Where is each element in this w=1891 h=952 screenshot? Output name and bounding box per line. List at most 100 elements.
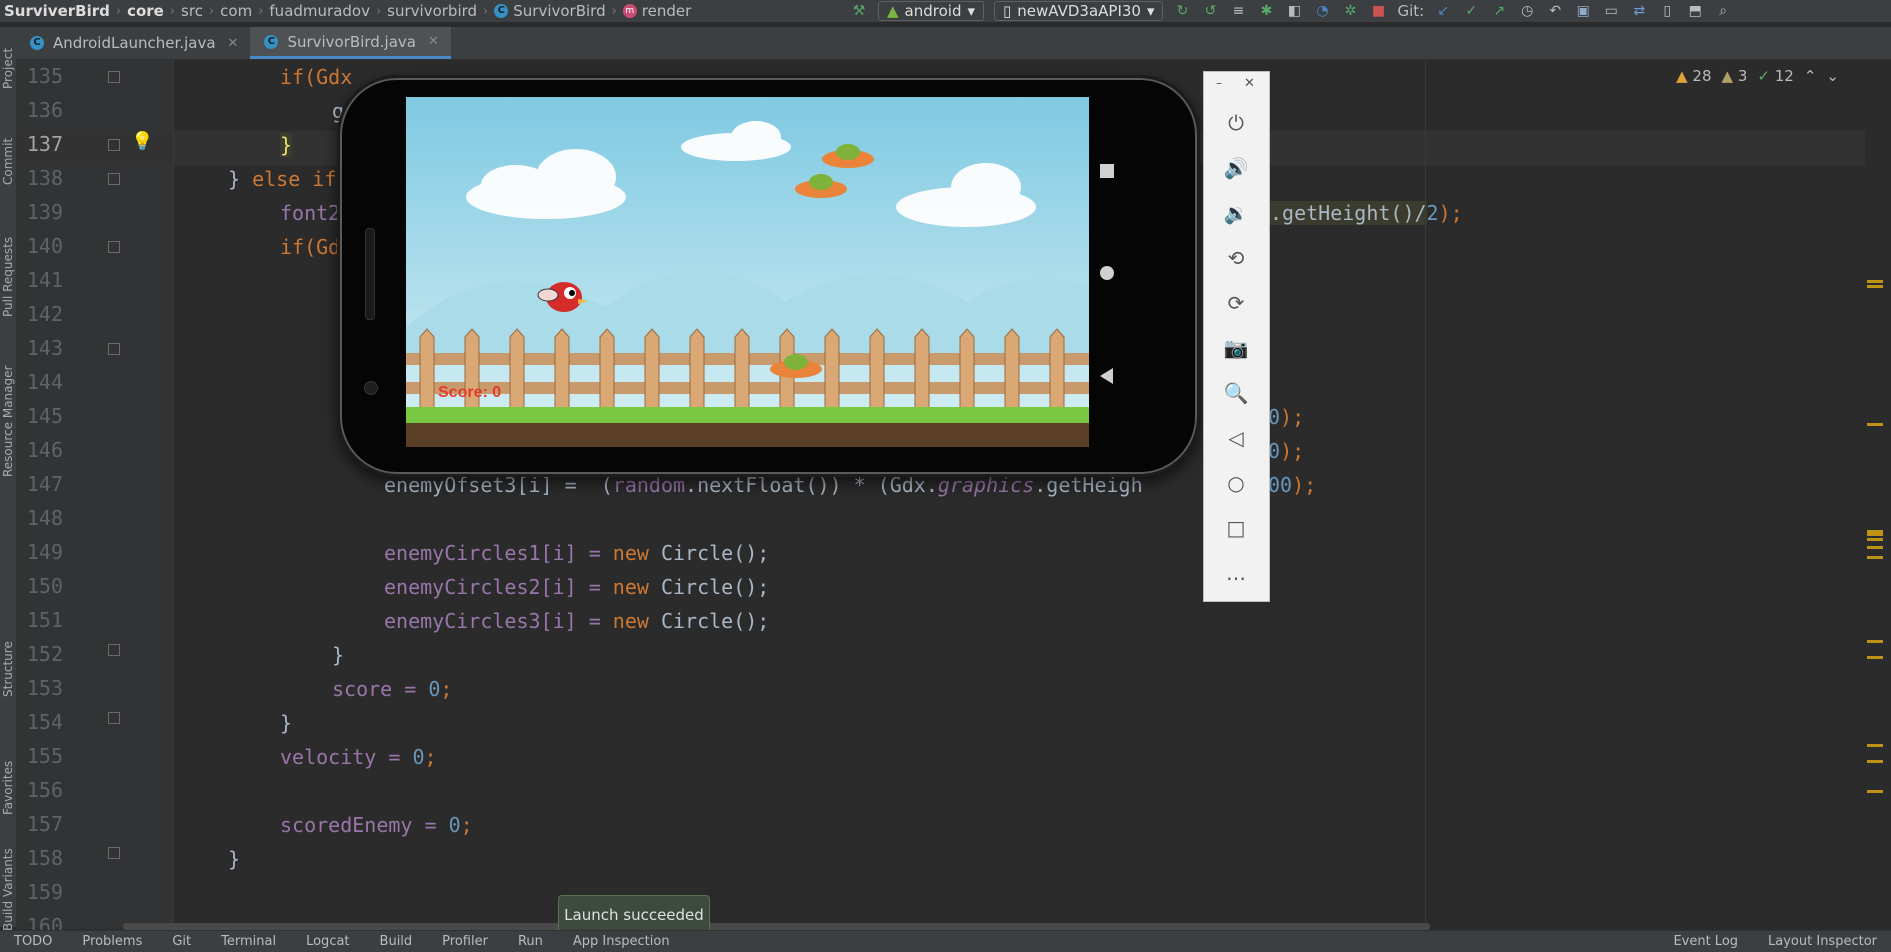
hammer-icon[interactable]: ⚒: [850, 2, 868, 20]
build-variants-tool-button[interactable]: Build Variants: [0, 817, 16, 931]
stripe-marker[interactable]: [1867, 656, 1883, 659]
device-manager-icon[interactable]: ▯: [1658, 2, 1676, 20]
folder-icon[interactable]: ▣: [1574, 2, 1592, 20]
stripe-marker[interactable]: [1867, 640, 1883, 643]
breadcrumb-item[interactable]: src: [181, 2, 203, 20]
breadcrumb-class[interactable]: SurvivorBird: [513, 2, 605, 20]
inspections-widget[interactable]: ▲ 28 ▲ 3 ✓ 12 ⌃ ⌄: [1676, 67, 1839, 85]
back-nav-icon[interactable]: [1100, 368, 1113, 384]
chevron-up-icon[interactable]: ⌃: [1804, 67, 1817, 85]
profiler-tool-button[interactable]: Profiler: [442, 934, 488, 949]
breadcrumb-item[interactable]: com: [220, 2, 252, 20]
warning-count: 28: [1692, 67, 1712, 85]
attach-debugger-icon[interactable]: ✲: [1341, 2, 1359, 20]
horizontal-scrollbar[interactable]: [123, 923, 1430, 930]
app-inspection-tool-button[interactable]: App Inspection: [573, 934, 670, 949]
fold-marker[interactable]: [108, 712, 120, 724]
event-log-tool-button[interactable]: Event Log: [1673, 934, 1738, 949]
debug-icon[interactable]: ✱: [1257, 2, 1275, 20]
tab-android-launcher[interactable]: C AndroidLauncher.java ✕: [16, 27, 250, 59]
more-icon[interactable]: …: [1220, 557, 1252, 589]
git-tool-button[interactable]: Git: [172, 934, 191, 949]
fold-marker[interactable]: [108, 241, 120, 253]
stripe-marker[interactable]: [1867, 280, 1883, 283]
close-icon[interactable]: ✕: [428, 34, 439, 49]
todo-tool-button[interactable]: TODO: [14, 934, 52, 949]
breadcrumb-item[interactable]: survivorbird: [387, 2, 477, 20]
home-nav-icon[interactable]: [1100, 266, 1114, 280]
game-screen[interactable]: Score: 0: [406, 97, 1089, 447]
git-commit-icon[interactable]: ✓: [1462, 2, 1480, 20]
fold-marker[interactable]: [108, 644, 120, 656]
minimize-icon[interactable]: –: [1216, 76, 1222, 90]
resource-manager-tool-button[interactable]: Resource Manager: [0, 345, 16, 477]
fold-marker[interactable]: [108, 847, 120, 859]
volume-down-icon[interactable]: 🔉: [1220, 197, 1252, 229]
camera-icon[interactable]: 📷: [1220, 332, 1252, 364]
close-icon[interactable]: ✕: [228, 36, 239, 51]
home-icon[interactable]: ○: [1220, 467, 1252, 499]
stripe-marker[interactable]: [1867, 423, 1883, 426]
stripe-marker[interactable]: [1867, 760, 1883, 763]
rotate-left-icon[interactable]: ⟲: [1220, 242, 1252, 274]
code-token: Circle();: [660, 609, 770, 633]
lightbulb-icon[interactable]: 💡: [131, 131, 153, 152]
stripe-marker[interactable]: [1867, 744, 1883, 747]
run-tool-button[interactable]: Run: [518, 934, 543, 949]
fold-marker[interactable]: [108, 71, 120, 83]
overview-nav-icon[interactable]: [1100, 164, 1114, 178]
stripe-marker[interactable]: [1867, 285, 1883, 288]
grass: [406, 407, 1089, 425]
rollback-icon[interactable]: ↶: [1546, 2, 1564, 20]
structure-tool-button[interactable]: Structure: [0, 617, 16, 697]
sync-icon[interactable]: ⇄: [1630, 2, 1648, 20]
zoom-icon[interactable]: 🔍: [1220, 377, 1252, 409]
stripe-marker[interactable]: [1867, 538, 1883, 541]
run-config-select[interactable]: ▲ android ▾: [878, 1, 985, 21]
search-icon[interactable]: ⌕: [1714, 2, 1732, 20]
apply-code-changes-icon[interactable]: ↺: [1201, 2, 1219, 20]
project-tool-button[interactable]: Project: [0, 33, 16, 89]
fold-marker[interactable]: [108, 139, 120, 151]
problems-tool-button[interactable]: Problems: [82, 934, 142, 949]
breadcrumb-item[interactable]: core: [127, 2, 164, 20]
overview-icon[interactable]: □: [1220, 512, 1252, 544]
favorites-tool-button[interactable]: Favorites: [0, 719, 16, 815]
menu-icon[interactable]: ≡: [1229, 2, 1247, 20]
stripe-marker[interactable]: [1867, 556, 1883, 559]
stripe-marker[interactable]: [1867, 530, 1883, 533]
stripe-marker[interactable]: [1867, 790, 1883, 793]
sdk-manager-icon[interactable]: ⬒: [1686, 2, 1704, 20]
history-icon[interactable]: ◷: [1518, 2, 1536, 20]
warning-icon: ▲: [1676, 67, 1688, 85]
stop-icon[interactable]: ■: [1369, 2, 1387, 20]
breadcrumb-method[interactable]: render: [642, 2, 692, 20]
power-icon[interactable]: ⏻: [1220, 107, 1252, 139]
avd-manager-icon[interactable]: ▭: [1602, 2, 1620, 20]
logcat-tool-button[interactable]: Logcat: [306, 934, 349, 949]
close-icon[interactable]: ✕: [1244, 76, 1255, 91]
git-update-icon[interactable]: ↙: [1434, 2, 1452, 20]
pull-requests-tool-button[interactable]: Pull Requests: [0, 217, 16, 317]
rotate-right-icon[interactable]: ⟳: [1220, 287, 1252, 319]
profile-icon[interactable]: ◔: [1313, 2, 1331, 20]
stripe-marker[interactable]: [1867, 546, 1883, 549]
error-stripe[interactable]: [1865, 60, 1891, 930]
layout-inspector-tool-button[interactable]: Layout Inspector: [1768, 934, 1877, 949]
tab-survivor-bird[interactable]: C SurvivorBird.java ✕: [250, 27, 451, 59]
back-icon[interactable]: ◁: [1220, 422, 1252, 454]
chevron-down-icon[interactable]: ⌄: [1826, 67, 1839, 85]
apply-changes-icon[interactable]: ↻: [1173, 2, 1191, 20]
coverage-icon[interactable]: ◧: [1285, 2, 1303, 20]
device-select[interactable]: ▯ newAVD3aAPI30 ▾: [994, 1, 1164, 21]
git-push-icon[interactable]: ↗: [1490, 2, 1508, 20]
breadcrumb-project[interactable]: SurviverBird: [4, 2, 110, 20]
build-tool-button[interactable]: Build: [380, 934, 413, 949]
commit-tool-button[interactable]: Commit: [0, 123, 16, 185]
volume-up-icon[interactable]: 🔊: [1220, 152, 1252, 184]
fold-marker[interactable]: [108, 173, 120, 185]
fold-marker[interactable]: [108, 343, 120, 355]
stripe-marker[interactable]: [1867, 533, 1883, 536]
breadcrumb-item[interactable]: fuadmuradov: [269, 2, 370, 20]
terminal-tool-button[interactable]: Terminal: [221, 934, 276, 949]
